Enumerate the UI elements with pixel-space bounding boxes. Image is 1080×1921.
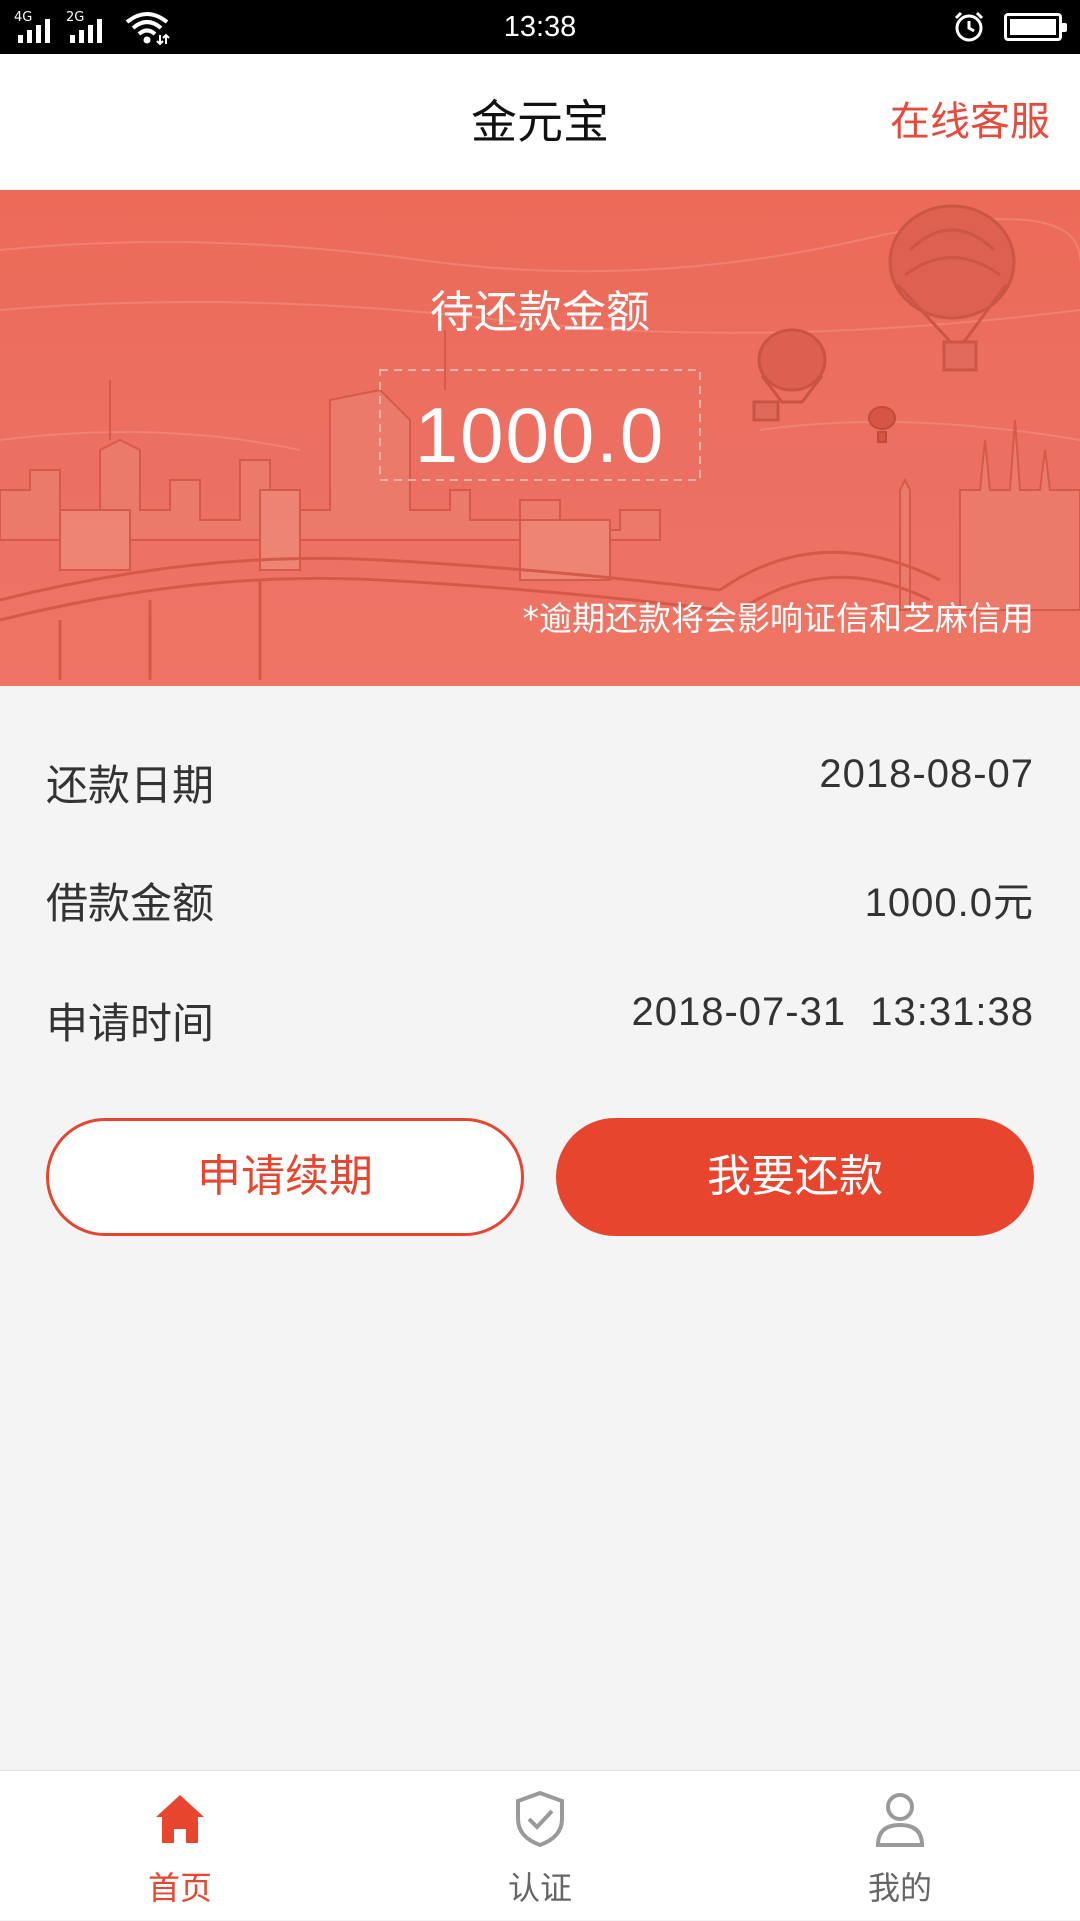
repayment-banner: 待还款金额 1000.0 *逾期还款将会影响证信和芝麻信用 xyxy=(0,190,1080,686)
nav-label-home: 首页 xyxy=(147,1869,212,1907)
nav-item-home[interactable]: 首页 xyxy=(80,1771,280,1921)
status-bar: 4G 2G 13:38 xyxy=(0,0,1080,54)
loan-amount-label: 借款金额 xyxy=(46,879,215,928)
apply-time-row: 申请时间 2018-07-31 13:31:38 xyxy=(46,990,1034,1050)
nav-item-mine[interactable]: 我的 xyxy=(800,1771,1000,1921)
overdue-warning: *逾期还款将会影响证信和芝麻信用 xyxy=(522,599,1035,638)
repayment-date-label: 还款日期 xyxy=(46,761,215,810)
amount-due-label: 待还款金额 xyxy=(430,287,650,338)
repayment-date-value: 2018-08-07 xyxy=(819,752,1034,796)
bottom-nav: 首页 认证 我的 xyxy=(0,1770,1080,1920)
nav-label-auth: 认证 xyxy=(507,1869,572,1907)
user-icon xyxy=(875,1793,925,1847)
apply-renewal-button[interactable]: 申请续期 xyxy=(46,1118,524,1236)
repay-button[interactable]: 我要还款 xyxy=(556,1118,1034,1236)
loan-amount-row: 借款金额 1000.0元 xyxy=(46,870,1034,930)
app-header: 金元宝 在线客服 xyxy=(0,54,1080,190)
shield-check-icon xyxy=(516,1790,564,1848)
home-icon xyxy=(156,1795,204,1843)
alarm-icon xyxy=(954,11,984,42)
status-time: 13:38 xyxy=(503,11,577,43)
apply-time-label: 申请时间 xyxy=(46,999,215,1048)
nav-item-auth[interactable]: 认证 xyxy=(440,1771,640,1921)
online-service-link[interactable]: 在线客服 xyxy=(890,54,1050,190)
loan-amount-value: 1000.0元 xyxy=(864,881,1034,925)
battery-icon xyxy=(1004,13,1067,41)
status-right xyxy=(952,10,1067,44)
nav-label-mine: 我的 xyxy=(867,1869,932,1907)
repayment-date-row: 还款日期 2018-08-07 xyxy=(46,752,1034,812)
apply-time-value: 2018-07-31 13:31:38 xyxy=(631,990,1034,1034)
amount-due-value: 1000.0 xyxy=(414,391,666,479)
